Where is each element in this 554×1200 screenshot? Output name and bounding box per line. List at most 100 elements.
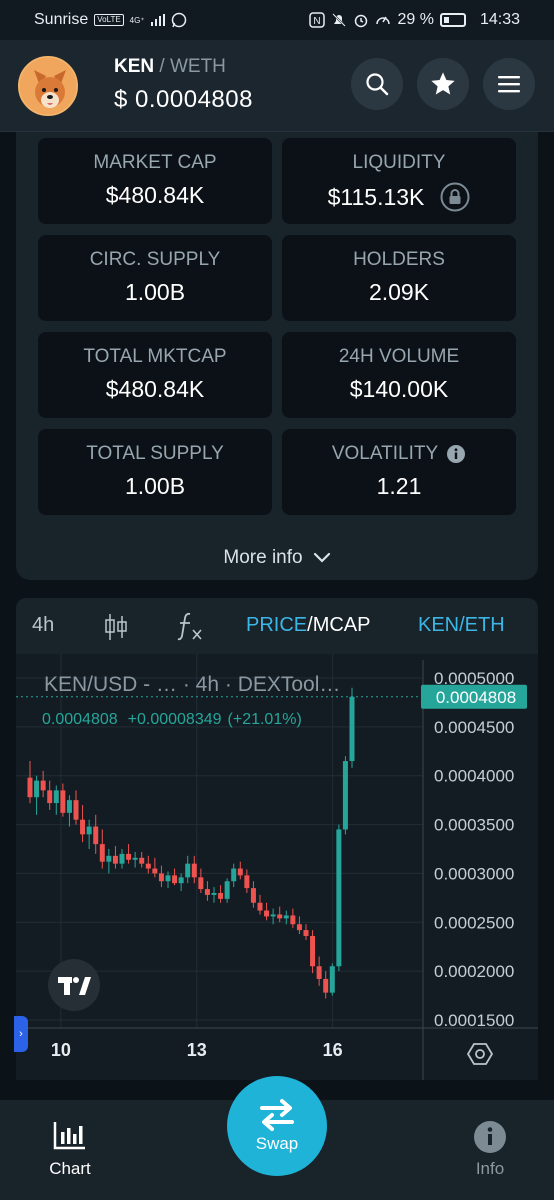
candle: [73, 790, 79, 825]
stat-label: HOLDERS: [353, 249, 445, 270]
candle-body: [211, 892, 217, 895]
status-left: Sunrise VoLTE 4G⁺: [34, 11, 187, 29]
token-price: $ 0.0004808: [114, 86, 253, 113]
tradingview-logo-icon: [48, 959, 100, 1011]
pair-separator: /: [159, 56, 165, 77]
candle: [47, 780, 53, 810]
candle-body: [80, 819, 86, 835]
candle-body: [303, 930, 309, 936]
candle-body: [329, 966, 335, 993]
candle: [139, 851, 145, 868]
candle-body: [145, 863, 151, 869]
candle: [178, 873, 184, 892]
battery-percent: 29 %: [397, 11, 434, 28]
pair-toggle-button[interactable]: KEN/ETH: [418, 614, 505, 637]
candle: [204, 881, 210, 901]
settings-hex-icon: [466, 1043, 494, 1065]
bar-chart-icon: [53, 1122, 85, 1150]
favorite-button[interactable]: [417, 58, 469, 110]
swap-button[interactable]: Swap: [227, 1076, 327, 1176]
battery-icon: [439, 13, 466, 27]
candle: [250, 881, 256, 908]
candle: [349, 687, 355, 768]
candle-body: [112, 855, 118, 864]
side-drawer-tab[interactable]: ›: [14, 1016, 28, 1052]
signal-icon: [150, 14, 165, 26]
candle-body: [204, 889, 210, 895]
interval-selector[interactable]: 4h: [32, 614, 54, 637]
candle-body: [165, 875, 171, 882]
swap-label: Swap: [255, 1134, 299, 1153]
clock: 14:33: [479, 11, 520, 28]
candle-body: [283, 915, 289, 919]
candle: [277, 906, 283, 923]
volte-badge: VoLTE: [94, 14, 124, 26]
candle-body: [250, 888, 256, 903]
candlestick-icon: [105, 614, 127, 640]
stat-24h-volume: 24H VOLUME $140.00K: [282, 332, 516, 418]
candle-body: [53, 790, 59, 804]
candle: [237, 861, 243, 880]
candle-body: [237, 868, 243, 876]
candle-body: [126, 853, 132, 860]
candle: [93, 814, 99, 854]
candle: [145, 855, 151, 874]
candle: [99, 829, 105, 869]
candle: [80, 805, 86, 843]
current-price-tag: 0.0004808: [436, 688, 516, 707]
chart-toolbar: 4h PRICE/MCAP KEN/ETH: [16, 598, 538, 654]
candle: [323, 971, 329, 999]
stat-label: VOLATILITY: [331, 443, 439, 464]
candle-body: [224, 881, 230, 899]
stat-label: MARKET CAP: [93, 152, 217, 173]
price-mcap-toggle[interactable]: PRICE/MCAP: [246, 614, 370, 637]
candle-body: [264, 910, 270, 917]
legend-last: 0.0004808: [42, 711, 118, 728]
chart-area[interactable]: 0.0005000 0.0004500 0.0004000 0.0003500 0.00…: [16, 654, 538, 1080]
data-saver-icon: [376, 16, 391, 25]
info-circle-icon: [474, 1121, 506, 1153]
stat-market-cap: MARKET CAP $480.84K: [38, 138, 272, 224]
candle: [264, 902, 270, 921]
price-chart[interactable]: 0.00050000.00045000.00040000.00035000.00…: [16, 654, 538, 1080]
quote-symbol: WETH: [169, 56, 226, 77]
swap-arrows-icon: [260, 1099, 294, 1131]
chart-settings-button: [466, 1043, 494, 1065]
candle: [231, 863, 237, 888]
base-symbol: KEN: [114, 56, 155, 77]
candle: [316, 956, 322, 986]
whatsapp-icon: [171, 12, 186, 28]
candle: [224, 878, 230, 903]
candle: [342, 756, 348, 835]
candle-body: [185, 863, 191, 878]
candle-body: [316, 966, 322, 979]
dog-logo-icon: [20, 58, 76, 114]
price-option[interactable]: PRICE: [246, 614, 307, 636]
stat-value: $140.00K: [349, 376, 449, 402]
lock-icon[interactable]: [440, 182, 470, 212]
candle-body: [349, 696, 355, 762]
info-icon[interactable]: [446, 444, 466, 464]
mcap-option[interactable]: MCAP: [313, 614, 371, 636]
y-tick-label: 0.0004500: [434, 718, 514, 737]
legend-change: +0.00008349: [128, 711, 222, 728]
carrier-name: Sunrise: [34, 11, 89, 28]
stat-label: CIRC. SUPPLY: [89, 249, 221, 270]
indicators-button[interactable]: [176, 610, 204, 648]
candle-body: [40, 780, 46, 791]
stat-label: LIQUIDITY: [352, 152, 446, 173]
candle-body: [106, 855, 112, 862]
candle-body: [172, 875, 178, 884]
candle-body: [66, 800, 72, 813]
chart-panel: 4h PRICE/MCAP KEN/ETH 0.0005000 0.0004500…: [16, 598, 538, 1080]
candle-body: [60, 790, 66, 813]
search-button[interactable]: [351, 58, 403, 110]
more-info-button[interactable]: More info: [16, 536, 538, 580]
nav-chart[interactable]: Chart: [20, 1120, 120, 1179]
nav-info[interactable]: Info: [440, 1120, 540, 1179]
stat-total-mktcap: TOTAL MKTCAP $480.84K: [38, 332, 272, 418]
candle: [290, 908, 296, 929]
menu-button[interactable]: [483, 58, 535, 110]
legend-change-pct: (+21.01%): [228, 711, 302, 728]
candle-type-button[interactable]: [104, 612, 128, 648]
